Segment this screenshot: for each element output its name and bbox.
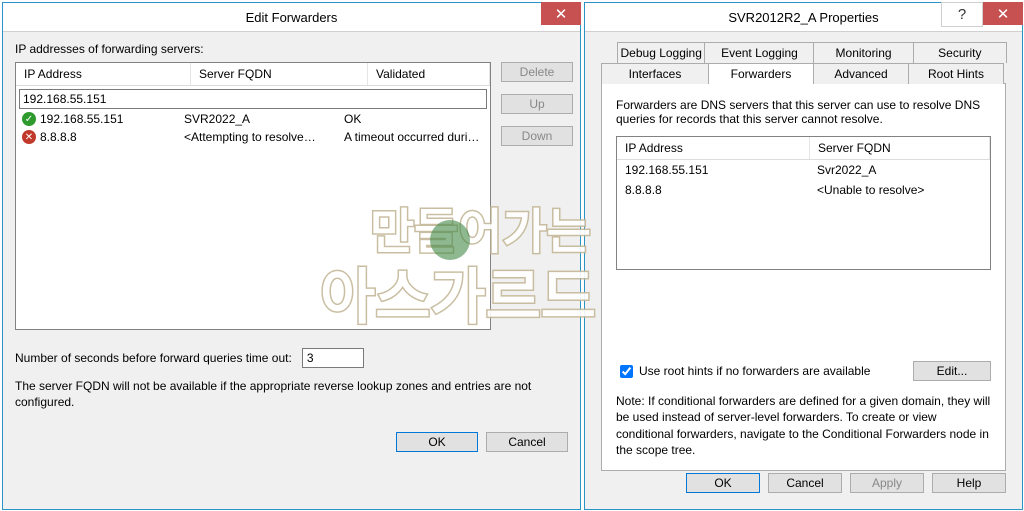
window-title: Edit Forwarders [3, 10, 580, 25]
cell-ip: 192.168.55.151 [40, 112, 180, 126]
fqdn-note: The server FQDN will not be available if… [15, 378, 568, 410]
properties-dialog: SVR2012R2_A Properties ? ✕ Debug Logging… [584, 2, 1023, 510]
cell-validated: OK [344, 112, 361, 126]
list-item[interactable]: ✓ 192.168.55.151 SVR2022_A OK [18, 110, 488, 128]
timeout-input[interactable] [302, 348, 364, 368]
status-ok-icon: ✓ [22, 112, 36, 126]
cell-fqdn: <Attempting to resolve… [184, 130, 340, 144]
col-ip[interactable]: IP Address [16, 63, 191, 85]
listview-header: IP Address Server FQDN Validated [16, 63, 490, 86]
cell-ip: 8.8.8.8 [40, 130, 180, 144]
close-button[interactable]: ✕ [541, 2, 581, 25]
use-root-hints-checkbox[interactable] [620, 365, 633, 378]
delete-button[interactable]: Delete [501, 62, 573, 82]
tab-event-logging[interactable]: Event Logging [704, 42, 814, 63]
tab-interfaces[interactable]: Interfaces [601, 63, 709, 84]
titlebar[interactable]: SVR2012R2_A Properties ? ✕ [585, 3, 1022, 32]
cell-fqdn: <Unable to resolve> [809, 180, 990, 200]
status-error-icon: ✕ [22, 130, 36, 144]
cell-validated: A timeout occurred duri… [344, 130, 479, 144]
forwarders-description: Forwarders are DNS servers that this ser… [616, 98, 991, 126]
conditional-forwarders-note: Note: If conditional forwarders are defi… [616, 393, 991, 458]
tab-advanced[interactable]: Advanced [813, 63, 909, 84]
forwarders-label: IP addresses of forwarding servers: [15, 42, 568, 56]
tab-debug-logging[interactable]: Debug Logging [617, 42, 705, 63]
col-validated[interactable]: Validated [368, 63, 490, 85]
apply-button[interactable]: Apply [850, 473, 924, 493]
up-button[interactable]: Up [501, 94, 573, 114]
down-button[interactable]: Down [501, 126, 573, 146]
list-item[interactable]: 8.8.8.8 <Unable to resolve> [617, 180, 990, 200]
edit-button[interactable]: Edit... [913, 361, 991, 381]
cell-fqdn: SVR2022_A [184, 112, 340, 126]
use-root-hints-label: Use root hints if no forwarders are avai… [639, 364, 913, 378]
forwarders-listview[interactable]: IP Address Server FQDN 192.168.55.151 Sv… [616, 136, 991, 270]
help-button[interactable]: Help [932, 473, 1006, 493]
list-item[interactable]: 192.168.55.151 Svr2022_A [617, 160, 990, 180]
cell-fqdn: Svr2022_A [809, 160, 990, 180]
cell-ip: 8.8.8.8 [617, 180, 809, 200]
cancel-button[interactable]: Cancel [486, 432, 568, 452]
ip-input[interactable] [19, 89, 487, 109]
close-button[interactable]: ✕ [983, 2, 1023, 25]
tabstrip: Debug Logging Event Logging Monitoring S… [601, 42, 1006, 471]
tab-root-hints[interactable]: Root Hints [908, 63, 1004, 84]
col-fqdn[interactable]: Server FQDN [810, 137, 990, 159]
tabpage-forwarders: Forwarders are DNS servers that this ser… [601, 83, 1006, 471]
forwarders-listview[interactable]: IP Address Server FQDN Validated ✓ 192.1… [15, 62, 491, 330]
edit-forwarders-dialog: Edit Forwarders ✕ IP addresses of forwar… [2, 2, 581, 510]
cell-ip: 192.168.55.151 [617, 160, 809, 180]
ok-button[interactable]: OK [396, 432, 478, 452]
help-button[interactable]: ? [941, 2, 983, 27]
list-item[interactable]: ✕ 8.8.8.8 <Attempting to resolve… A time… [18, 128, 488, 146]
timeout-label: Number of seconds before forward queries… [15, 351, 292, 365]
listview-header: IP Address Server FQDN [617, 137, 990, 160]
titlebar[interactable]: Edit Forwarders ✕ [3, 3, 580, 32]
tab-security[interactable]: Security [913, 42, 1007, 63]
tab-monitoring[interactable]: Monitoring [813, 42, 913, 63]
tab-forwarders[interactable]: Forwarders [708, 63, 814, 84]
ok-button[interactable]: OK [686, 473, 760, 493]
col-ip[interactable]: IP Address [617, 137, 810, 159]
cancel-button[interactable]: Cancel [768, 473, 842, 493]
col-fqdn[interactable]: Server FQDN [191, 63, 368, 85]
